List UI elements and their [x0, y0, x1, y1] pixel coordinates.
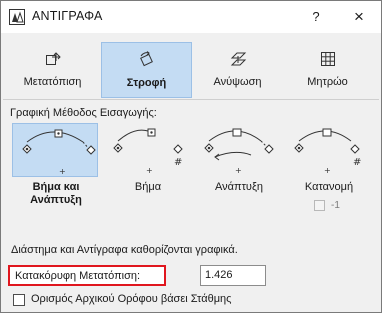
copies-app-icon	[9, 9, 25, 25]
distribute-count-checkbox[interactable]	[314, 200, 325, 211]
method-step-and-spread[interactable]: + Βήμα και Ανάπτυξη	[10, 121, 98, 211]
method-step-and-spread-label: Βήμα και Ανάπτυξη	[30, 181, 82, 206]
tab-move-label: Μετατόπιση	[23, 76, 82, 88]
input-method-label: Γραφική Μέθοδος Εισαγωγής:	[10, 107, 157, 119]
method-step-and-spread-icon-area: +	[12, 123, 98, 177]
dialog-title: ΑΝΤΙΓΡΑΦΑ	[32, 9, 103, 23]
svg-text:+: +	[324, 166, 331, 175]
home-story-by-elevation-label: Ορισμός Αρχικού Ορόφου βάσει Στάθμης	[31, 293, 232, 305]
method-distribute-icon-area: # +	[285, 123, 371, 177]
method-step[interactable]: # + Βήμα	[102, 121, 190, 211]
method-step-label: Βήμα	[134, 181, 162, 193]
rotate-icon	[139, 51, 153, 67]
svg-text:#: #	[353, 157, 361, 168]
distribute-icon: # +	[294, 128, 361, 175]
svg-text:+: +	[235, 166, 242, 175]
tab-rotate[interactable]: Στροφή	[101, 42, 192, 98]
tab-elevate-label: Ανύψωση	[213, 76, 262, 88]
step-icon: # +	[113, 128, 183, 175]
tab-matrix-label: Μητρώο	[307, 76, 348, 88]
method-spread[interactable]: + Ανάπτυξη	[193, 121, 281, 211]
elevate-icon	[230, 52, 246, 66]
distribute-count-value: -1	[331, 200, 340, 211]
home-story-by-elevation-checkbox[interactable]	[13, 294, 25, 306]
svg-text:+: +	[59, 167, 66, 176]
title-bar: ΑΝΤΙΓΡΑΦΑ ? ×	[1, 1, 381, 33]
matrix-icon	[320, 52, 335, 66]
info-text: Διάστημα και Αντίγραφα καθορίζονται γραφ…	[11, 244, 238, 256]
svg-text:#: #	[174, 157, 182, 168]
method-step-icon-area: # +	[104, 123, 190, 177]
method-spread-label: Ανάπτυξη	[215, 181, 263, 193]
step-and-spread-icon: +	[22, 129, 96, 176]
svg-text:+: +	[146, 166, 153, 175]
help-button[interactable]: ?	[304, 5, 328, 29]
tab-rotate-label: Στροφή	[126, 77, 167, 89]
tab-move[interactable]: Μετατόπιση	[12, 42, 93, 98]
divider	[3, 99, 379, 100]
copies-dialog: ΑΝΤΙΓΡΑΦΑ ? × Μετατόπιση Στροφή Ανύψωση	[0, 0, 382, 313]
tab-matrix[interactable]: Μητρώο	[287, 42, 368, 98]
vertical-offset-input[interactable]: 1.426	[200, 265, 266, 286]
method-spread-icon-area: +	[195, 123, 281, 177]
method-distribute[interactable]: # + Κατανομή	[283, 121, 371, 211]
move-icon	[45, 52, 61, 65]
method-distribute-label: Κατανομή	[304, 181, 354, 193]
spread-icon: +	[204, 128, 274, 175]
tab-elevate[interactable]: Ανύψωση	[197, 42, 278, 98]
vertical-offset-label: Κατακόρυφη Μετατόπιση:	[8, 265, 166, 286]
close-button[interactable]: ×	[347, 5, 371, 29]
